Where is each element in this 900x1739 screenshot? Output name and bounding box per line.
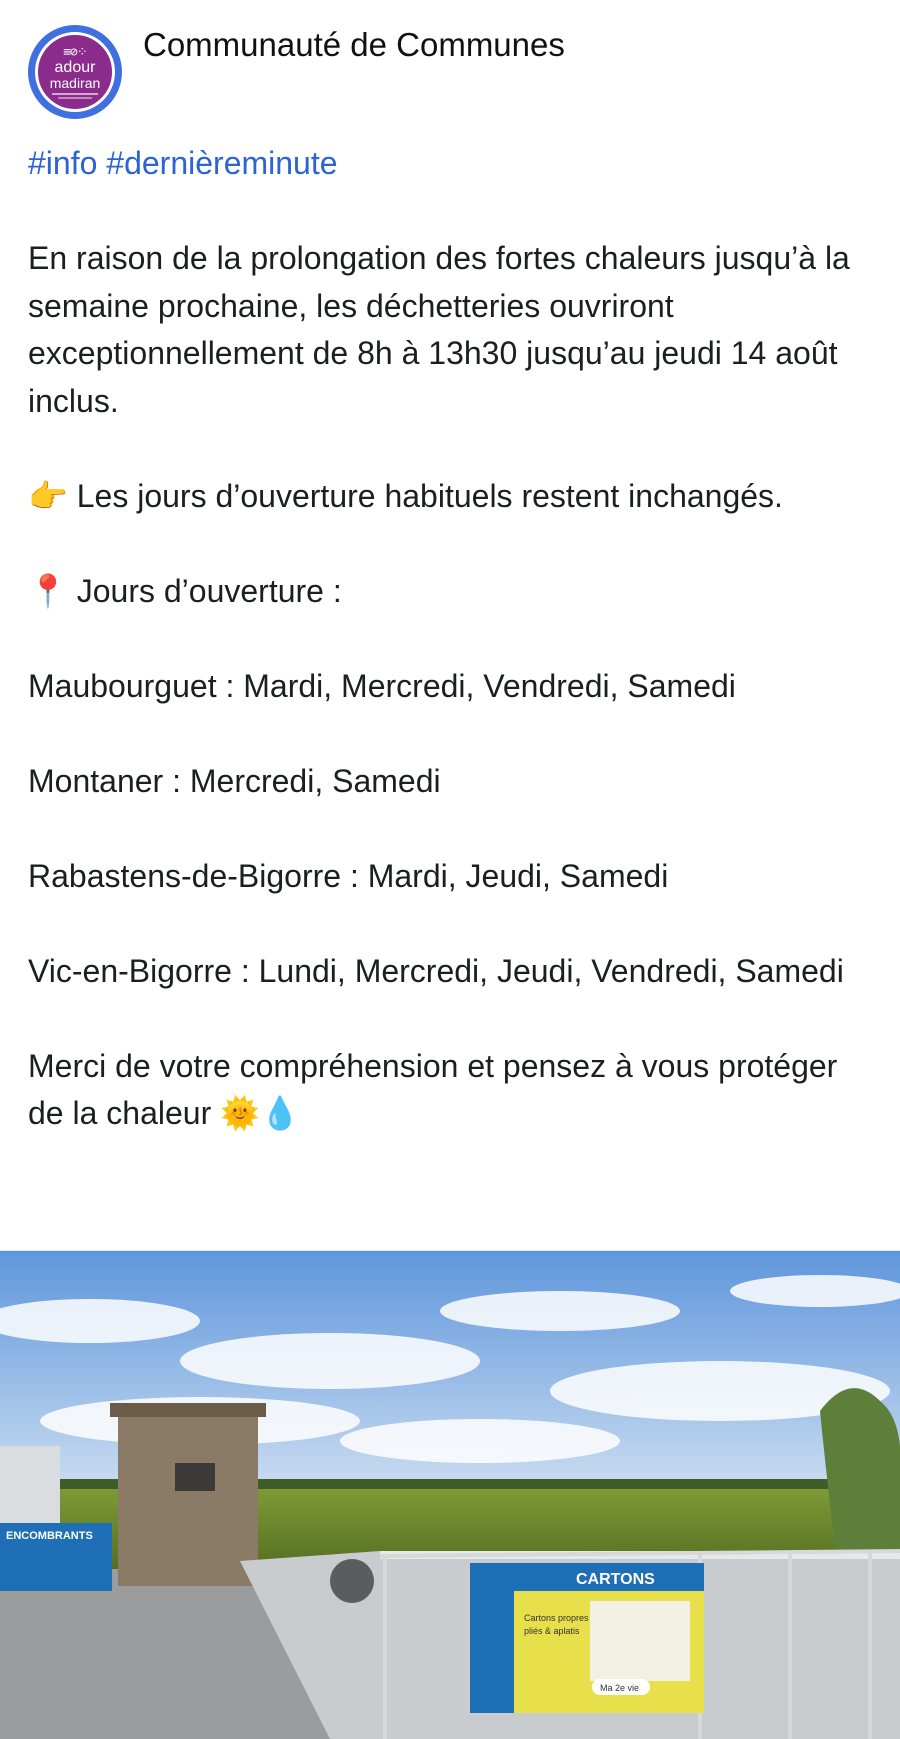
announcement-paragraph: En raison de la prolongation des fortes …	[28, 240, 850, 419]
adour-madiran-logo: ≡⊘⁘ adour madiran	[35, 32, 115, 112]
hashtags-link[interactable]: #info #dernièreminute	[28, 140, 878, 188]
site-maubourguet: Maubourguet : Mardi, Mercredi, Vendredi,…	[28, 667, 736, 704]
encombrants-label: ENCOMBRANTS	[6, 1530, 93, 1542]
unchanged-days-text: Les jours d’ouverture habituels restent …	[76, 477, 783, 514]
logo-tagline	[52, 92, 98, 95]
logo-tagline-2	[58, 96, 92, 99]
site-rabastens: Rabastens-de-Bigorre : Mardi, Jeudi, Sam…	[28, 857, 669, 894]
cartons-picture	[590, 1601, 690, 1681]
unchanged-days-paragraph: 👉 Les jours d’ouverture habituels resten…	[28, 473, 878, 521]
site-name: Vic-en-Bigorre	[28, 952, 232, 989]
opening-heading: 📍 Jours d’ouverture :	[28, 568, 878, 616]
closing-paragraph: Merci de votre compréhension et pensez à…	[28, 1043, 878, 1138]
point-right-icon: 👉	[28, 476, 68, 515]
page-avatar[interactable]: ≡⊘⁘ adour madiran	[28, 25, 122, 119]
pin-icon: 📍	[28, 571, 68, 610]
post-header: ≡⊘⁘ adour madiran Communauté de Communes	[0, 0, 900, 120]
recycling-center-illustration: ENCOMBRANTS CARTONS Cartons propres plié…	[0, 1251, 900, 1739]
logo-line1: adour	[54, 58, 96, 76]
sun-droplet-icon: 🌞💧	[220, 1094, 300, 1132]
logo-line2: madiran	[49, 74, 101, 91]
cartons-line2: pliés & aplatis	[524, 1626, 580, 1636]
site-montaner: Montaner : Mercredi, Samedi	[28, 762, 441, 799]
mirror	[330, 1559, 374, 1603]
site-days: Mercredi, Samedi	[189, 762, 441, 799]
cartons-line1: Cartons propres	[524, 1613, 589, 1623]
site-days: Lundi, Mercredi, Jeudi, Vendredi, Samedi	[258, 952, 844, 989]
closing-text: Merci de votre compréhension et pensez à…	[28, 1047, 838, 1132]
wooden-hut	[118, 1411, 258, 1586]
cartons-title: CARTONS	[576, 1571, 655, 1588]
page-name[interactable]: Communauté de Communes	[143, 26, 565, 64]
site-name: Montaner	[28, 762, 164, 799]
site-days: Mardi, Jeudi, Samedi	[367, 857, 669, 894]
cartons-badge: Ma 2e vie	[600, 1683, 639, 1693]
post-photo[interactable]: ENCOMBRANTS CARTONS Cartons propres plié…	[0, 1251, 900, 1739]
site-name: Rabastens-de-Bigorre	[28, 857, 342, 894]
hut-window	[175, 1463, 215, 1491]
site-vic-en-bigorre: Vic-en-Bigorre : Lundi, Mercredi, Jeudi,…	[28, 952, 844, 989]
site-days: Mardi, Mercredi, Vendredi, Samedi	[243, 667, 736, 704]
logo-mark-icon: ≡⊘⁘	[63, 44, 88, 60]
site-name: Maubourguet	[28, 667, 217, 704]
opening-heading-text: Jours d’ouverture :	[76, 572, 342, 609]
post-text: #info #dernièreminute En raison de la pr…	[28, 140, 878, 1138]
